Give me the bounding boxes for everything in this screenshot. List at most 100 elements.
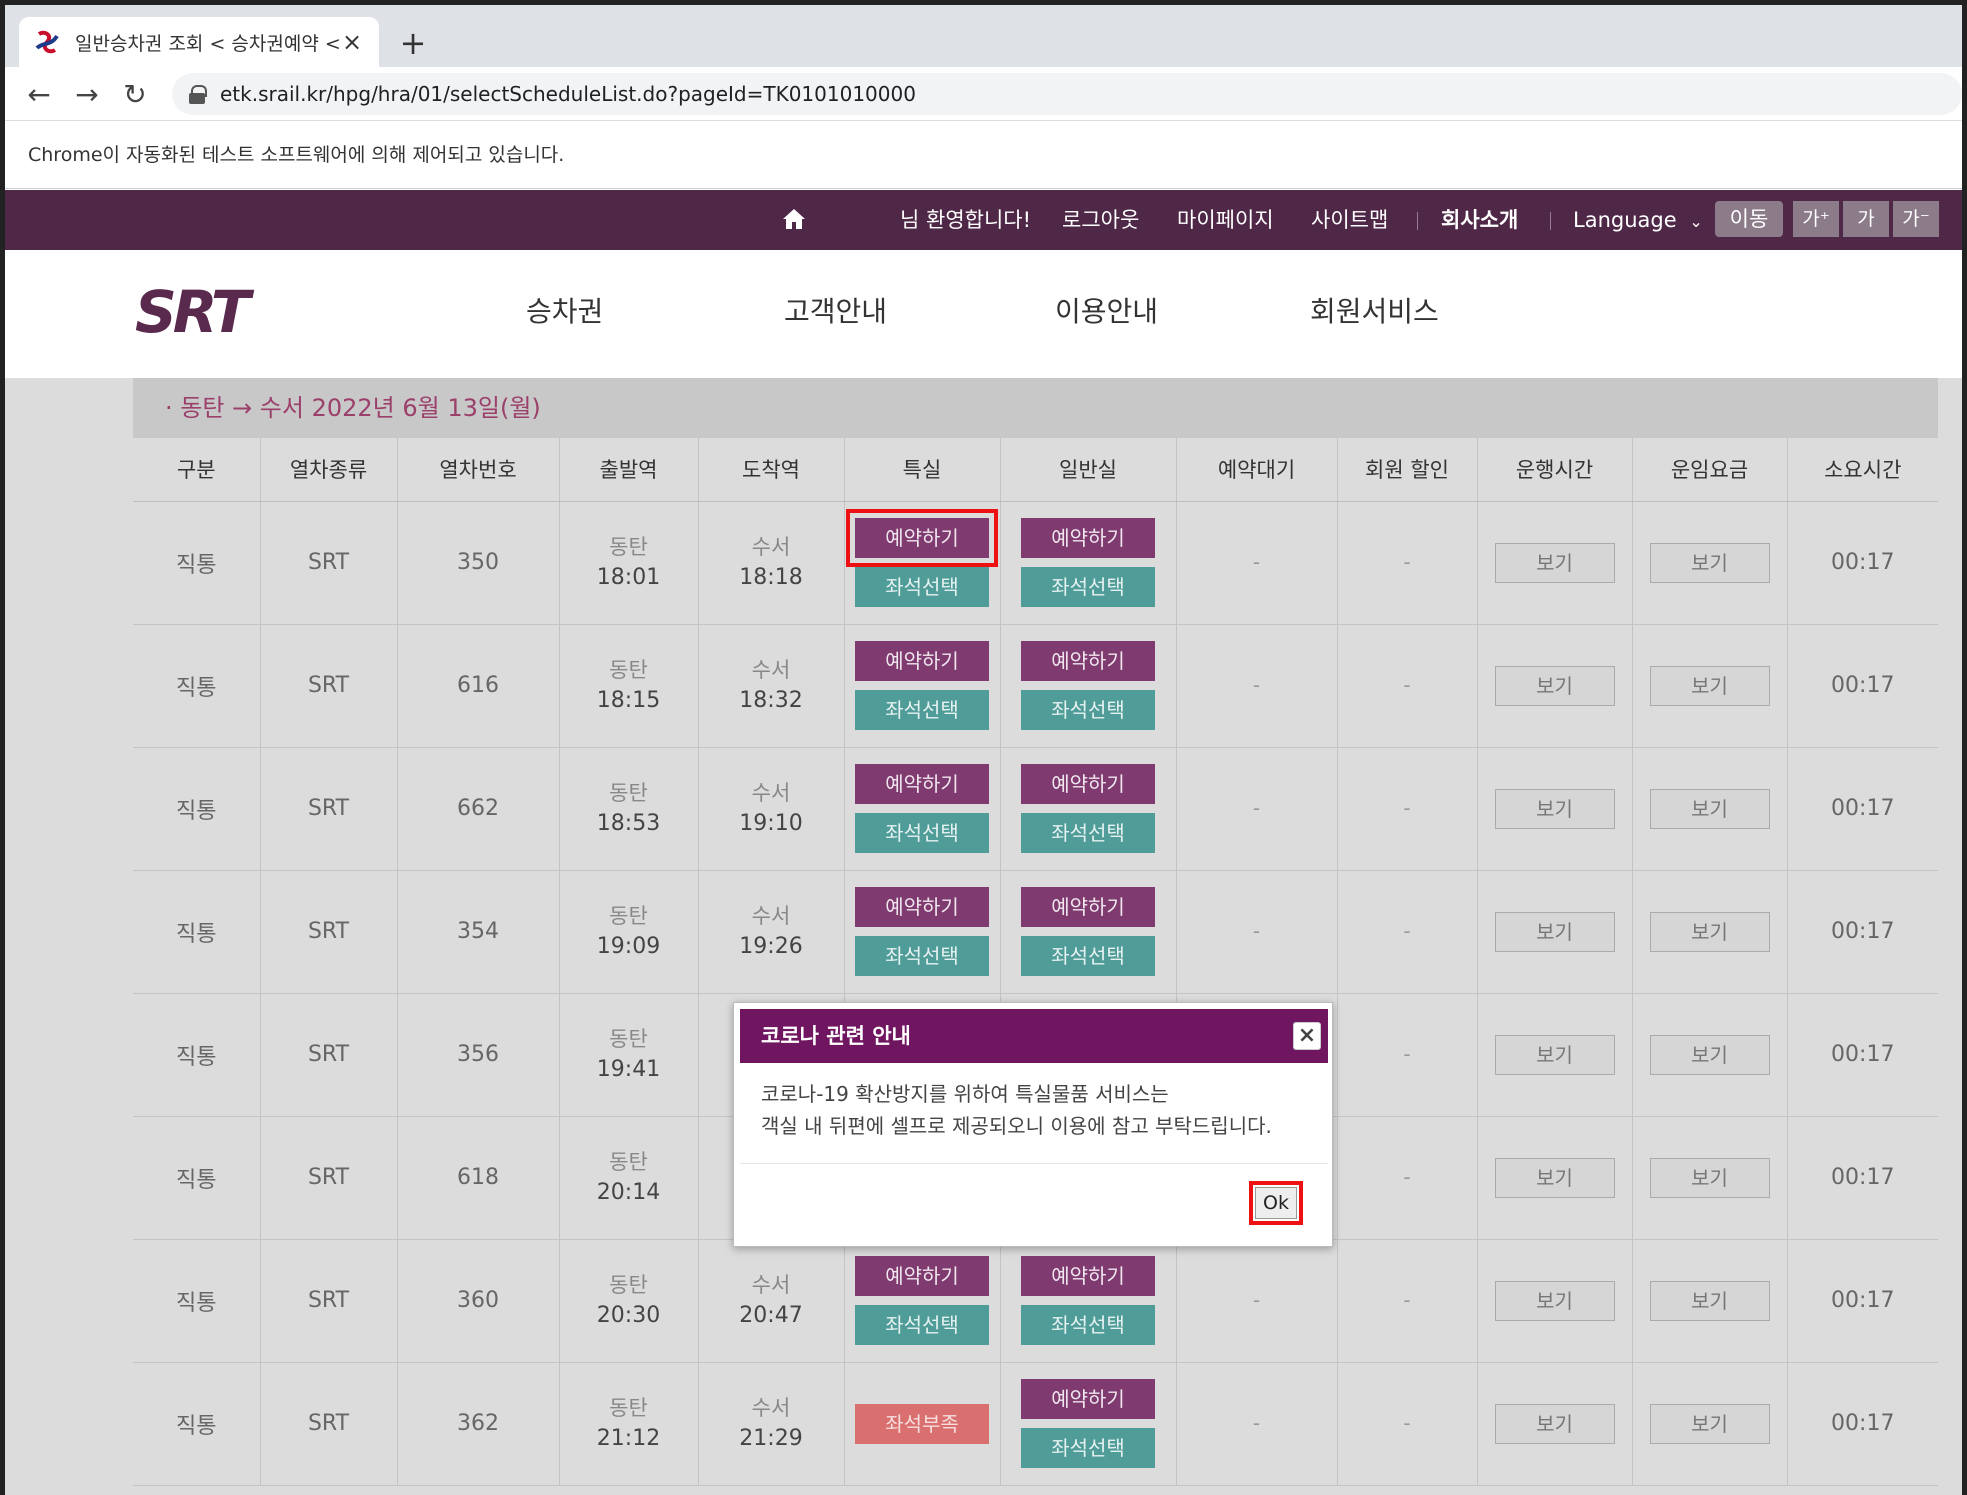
general-seat-button[interactable]: 좌석선택 <box>1021 936 1155 976</box>
header-cell: 예약대기 <box>1175 438 1337 502</box>
menu-member-service[interactable]: 회원서비스 <box>1310 290 1439 330</box>
table-row: 직통 SRT 662 동탄 18:53 수서 19:10 예약하기 좌석선택 예약하기 좌석선택 - -… <box>133 747 1938 871</box>
general-reserve-button[interactable]: 예약하기 <box>1021 764 1155 804</box>
general-reserve-button[interactable]: 예약하기 <box>1021 1379 1155 1419</box>
first-class-seat-button[interactable]: 좌석선택 <box>855 567 989 607</box>
arrival-station: 수서 <box>751 780 791 805</box>
general-seat-button[interactable]: 좌석선택 <box>1021 813 1155 853</box>
general-seat-button[interactable]: 좌석선택 <box>1021 1305 1155 1345</box>
font-normal-button[interactable]: 가 <box>1843 201 1889 237</box>
general-seat-button[interactable]: 좌석선택 <box>1021 1428 1155 1468</box>
arrival-time: 18:18 <box>739 564 803 590</box>
schedule-view-button[interactable]: 보기 <box>1494 1403 1615 1444</box>
departure-time: 19:41 <box>596 1056 661 1082</box>
train-category: 직통 <box>176 921 217 947</box>
first-class-reserve-button[interactable]: 예약하기 <box>855 1256 989 1296</box>
train-number: 662 <box>457 796 499 821</box>
train-category: 직통 <box>176 798 217 824</box>
train-number: 616 <box>457 673 499 698</box>
menu-usage-guide[interactable]: 이용안내 <box>1055 290 1158 330</box>
duration: 00:17 <box>1831 1165 1895 1190</box>
member-discount-value: - <box>1403 796 1411 820</box>
new-tab-icon[interactable]: + <box>395 25 431 61</box>
fare-view-button[interactable]: 보기 <box>1649 788 1770 829</box>
departure-time: 19:09 <box>596 933 661 959</box>
srt-logo[interactable]: SRT <box>133 284 313 340</box>
header-cell: 운행시간 <box>1476 438 1632 502</box>
first-class-seat-button[interactable]: 좌석선택 <box>855 936 989 976</box>
departure-time: 18:53 <box>596 810 661 836</box>
font-increase-button[interactable]: 가⁺ <box>1793 201 1839 237</box>
browser-tab[interactable]: 일반승차권 조회 < 승차권예약 < × <box>19 17 379 67</box>
train-number: 360 <box>457 1288 499 1313</box>
fare-view-button[interactable]: 보기 <box>1649 1157 1770 1198</box>
general-seat-button[interactable]: 좌석선택 <box>1021 690 1155 730</box>
sitemap-link[interactable]: 사이트맵 <box>1311 190 1388 250</box>
schedule-view-button[interactable]: 보기 <box>1494 1157 1615 1198</box>
header-cell: 운임요금 <box>1631 438 1787 502</box>
company-link[interactable]: 회사소개 <box>1441 190 1518 250</box>
fare-view-button[interactable]: 보기 <box>1649 911 1770 952</box>
font-decrease-button[interactable]: 가⁻ <box>1893 201 1939 237</box>
first-class-seat-button[interactable]: 좌석선택 <box>855 813 989 853</box>
waitlist-value: - <box>1252 796 1261 820</box>
waitlist-value: - <box>1252 1288 1261 1312</box>
ok-button[interactable]: Ok <box>1249 1181 1303 1225</box>
tab-strip: 일반승차권 조회 < 승차권예약 < × + <box>5 5 1962 67</box>
fare-view-button[interactable]: 보기 <box>1649 1280 1770 1321</box>
menu-customer-guide[interactable]: 고객안내 <box>784 290 887 330</box>
schedule-view-button[interactable]: 보기 <box>1494 665 1615 706</box>
tab-close-icon[interactable]: × <box>339 28 365 56</box>
departure-station: 동탄 <box>609 780 648 805</box>
route-title: · 동탄 → 수서 2022년 6월 13일(월) <box>133 378 1938 438</box>
logout-link[interactable]: 로그아웃 <box>1062 190 1139 250</box>
first-class-reserve-button[interactable]: 예약하기 <box>855 764 989 804</box>
member-discount-value: - <box>1403 1042 1411 1066</box>
automation-infobar: Chrome이 자동화된 테스트 소프트웨어에 의해 제어되고 있습니다. <box>5 121 1962 189</box>
train-number: 350 <box>457 550 499 575</box>
departure-station: 동탄 <box>609 534 648 559</box>
arrival-time: 20:47 <box>739 1302 803 1328</box>
first-class-seat-button[interactable]: 좌석선택 <box>855 1305 989 1345</box>
back-icon[interactable]: ← <box>21 77 57 113</box>
fare-view-button[interactable]: 보기 <box>1649 665 1770 706</box>
schedule-view-button[interactable]: 보기 <box>1494 1034 1615 1075</box>
fare-view-button[interactable]: 보기 <box>1649 1403 1770 1444</box>
arrival-station: 수서 <box>751 1395 791 1420</box>
general-reserve-button[interactable]: 예약하기 <box>1021 518 1155 558</box>
first-class-reserve-button[interactable]: 예약하기 <box>855 641 989 681</box>
schedule-view-button[interactable]: 보기 <box>1494 788 1615 829</box>
schedule-view-button[interactable]: 보기 <box>1494 542 1615 583</box>
fare-view-button[interactable]: 보기 <box>1649 1034 1770 1075</box>
train-category: 직통 <box>176 1167 217 1193</box>
schedule-view-button[interactable]: 보기 <box>1494 911 1615 952</box>
schedule-view-button[interactable]: 보기 <box>1494 1280 1615 1321</box>
first-class-reserve-button[interactable]: 예약하기 <box>846 509 998 567</box>
menu-ticket[interactable]: 승차권 <box>526 290 603 330</box>
general-reserve-button[interactable]: 예약하기 <box>1021 641 1155 681</box>
general-seat-button[interactable]: 좌석선택 <box>1021 567 1155 607</box>
fare-view-button[interactable]: 보기 <box>1649 542 1770 583</box>
departure-station: 동탄 <box>609 1149 648 1174</box>
url-field[interactable]: etk.srail.kr/hpg/hra/01/selectScheduleLi… <box>172 73 1962 115</box>
move-button[interactable]: 이동 <box>1715 201 1783 237</box>
mypage-link[interactable]: 마이페이지 <box>1177 190 1274 250</box>
content-area: · 동탄 → 수서 2022년 6월 13일(월) 구분 열차종류 열차번호 출… <box>5 378 1962 1495</box>
first-class-seat-button[interactable]: 좌석선택 <box>855 690 989 730</box>
general-reserve-button[interactable]: 예약하기 <box>1021 887 1155 927</box>
departure-station: 동탄 <box>609 903 648 928</box>
reload-icon[interactable]: ↻ <box>117 77 153 113</box>
modal-title: 코로나 관련 안내 <box>740 1009 1328 1063</box>
member-discount-value: - <box>1403 550 1411 574</box>
close-icon[interactable]: × <box>1293 1022 1321 1050</box>
train-category: 직통 <box>176 1044 217 1070</box>
general-reserve-button[interactable]: 예약하기 <box>1021 1256 1155 1296</box>
header-cell: 특실 <box>843 438 1000 502</box>
first-class-reserve-button[interactable]: 예약하기 <box>855 887 989 927</box>
forward-icon[interactable]: → <box>69 77 105 113</box>
language-select[interactable]: Language ⌄ <box>1573 202 1713 238</box>
home-icon[interactable] <box>781 207 807 231</box>
departure-station: 동탄 <box>609 1395 648 1420</box>
table-header-row: 구분 열차종류 열차번호 출발역 도착역 특실 일반실 예약대기 회원 할인 운… <box>133 438 1938 502</box>
train-kind: SRT <box>307 1288 350 1313</box>
